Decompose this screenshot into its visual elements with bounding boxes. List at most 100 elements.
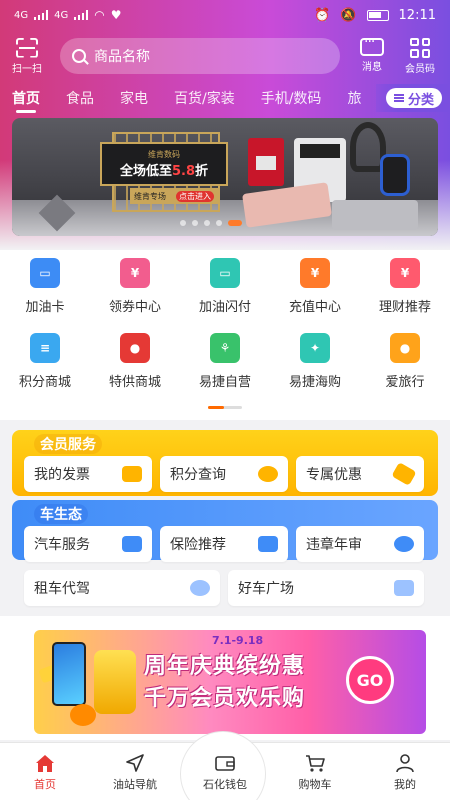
quick-icon-item[interactable]: ● 爱旅行 — [360, 333, 450, 390]
quick-icon-item[interactable]: ▭ 加油卡 — [0, 258, 90, 315]
navigation-arrow-icon — [126, 754, 144, 772]
alarm-icon: ⏰ — [314, 7, 331, 23]
quick-icon-item[interactable]: ¥ 理财推荐 — [360, 258, 450, 315]
quick-icon-item[interactable]: ⚘ 易捷自营 — [180, 333, 270, 390]
coupon-icon: ¥ — [120, 258, 150, 288]
violation-check-label: 违章年审 — [306, 537, 362, 553]
signal-icon-2 — [74, 10, 89, 20]
heart-icon: ♥ — [110, 8, 122, 22]
messages-button[interactable]: 消息 — [348, 34, 396, 75]
nav-wallet[interactable]: 石化钱包 — [180, 743, 270, 800]
scan-button[interactable]: 扫一扫 — [0, 38, 54, 75]
gas-card-icon: ▭ — [30, 258, 60, 288]
orange-image — [70, 704, 96, 726]
go-button[interactable]: GO — [346, 656, 394, 704]
quick-icon-label: 充值中心 — [288, 300, 341, 315]
points-query-label: 积分查询 — [170, 467, 226, 483]
quick-icon-item[interactable]: ▭ 加油闪付 — [180, 258, 270, 315]
quick-icon-item[interactable]: ¥ 充值中心 — [270, 258, 360, 315]
member-code-label: 会员码 — [405, 63, 435, 75]
points-mall-icon: ≡ — [30, 333, 60, 363]
quick-icon-label: 加油闪付 — [198, 300, 251, 315]
nav-station-navigation[interactable]: 油站导航 — [90, 743, 180, 800]
car-service-label: 汽车服务 — [34, 537, 90, 553]
wifi-icon: ◠ — [94, 8, 105, 22]
category-button[interactable]: 分类 — [385, 88, 442, 108]
banner-discount: 5.8 — [171, 164, 196, 179]
pager-dot-active — [228, 220, 242, 226]
quick-icon-label: 积分商城 — [18, 375, 71, 390]
search-row: 扫一扫 商品名称 消息 会员码 — [0, 34, 450, 78]
banner-tag: 维肯专场 点击进入 — [130, 188, 218, 204]
quick-icon-label: 理财推荐 — [378, 300, 431, 315]
nav-station-navigation-label: 油站导航 — [113, 778, 157, 791]
quick-pay-icon: ▭ — [210, 258, 240, 288]
promo-banner[interactable]: 维肯数码 全场低至5.8折 维肯专场 点击进入 — [12, 118, 438, 236]
qr-code-icon — [410, 37, 430, 58]
quick-icon-item[interactable]: ¥ 领券中心 — [90, 258, 180, 315]
special-mall-icon: ● — [120, 333, 150, 363]
car-service-button[interactable]: 汽车服务 — [24, 526, 152, 562]
member-code-button[interactable]: 会员码 — [396, 37, 444, 75]
mute-icon: 🔕 — [340, 7, 357, 23]
quick-icon-label: 爱旅行 — [385, 375, 425, 390]
quick-icon-grid: ▭ 加油卡 ¥ 领券中心 ▭ 加油闪付 ¥ 充值中心 ¥ 理财推荐 ≡ 积分商城 ● 特供商城 ⚘ 易捷自营 ✦… — [0, 258, 450, 390]
violation-icon — [394, 536, 414, 552]
banner-headline: 全场低至 — [119, 164, 172, 179]
bottom-nav: 首页 油站导航 石化钱包 购物车 我的 — [0, 731, 450, 800]
recharge-icon: ¥ — [300, 258, 330, 288]
tab-travel[interactable]: 旅 — [347, 88, 361, 108]
search-input[interactable]: 商品名称 — [60, 38, 340, 74]
nav-home-label: 首页 — [34, 778, 56, 791]
nav-profile-label: 我的 — [394, 778, 416, 791]
invoice-icon — [122, 466, 142, 482]
banner-tag-right: 点击进入 — [176, 190, 214, 202]
car-plaza-button[interactable]: 好车广场 — [228, 570, 424, 606]
quick-icon-item[interactable]: ● 特供商城 — [90, 333, 180, 390]
points-query-button[interactable]: 积分查询 — [160, 456, 288, 492]
exclusive-offer-button[interactable]: 专属优惠 — [296, 456, 424, 492]
car-rental-button[interactable]: 租车代驾 — [24, 570, 220, 606]
network-label-1: 4G — [14, 9, 29, 21]
pager-dot — [192, 220, 198, 226]
signal-icon — [34, 10, 49, 20]
coins-icon — [258, 466, 278, 482]
nav-cart[interactable]: 购物车 — [270, 743, 360, 800]
quick-icon-item[interactable]: ✦ 易捷海购 — [270, 333, 360, 390]
tab-home[interactable]: 首页 — [12, 88, 40, 113]
insurance-label: 保险推荐 — [170, 537, 226, 553]
cart-icon — [306, 755, 325, 772]
finance-icon: ¥ — [390, 258, 420, 288]
steering-wheel-icon — [190, 580, 210, 596]
category-button-label: 分类 — [407, 92, 434, 108]
exclusive-offer-label: 专属优惠 — [306, 467, 362, 483]
charger-image — [248, 138, 284, 186]
scan-icon — [16, 38, 38, 58]
insurance-button[interactable]: 保险推荐 — [160, 526, 288, 562]
member-service-title: 会员服务 — [34, 434, 102, 454]
search-placeholder: 商品名称 — [94, 49, 150, 65]
tab-household[interactable]: 百货/家装 — [174, 88, 235, 108]
pager-dot — [204, 220, 210, 226]
my-invoice-button[interactable]: 我的发票 — [24, 456, 152, 492]
promo-background: 7.1-9.18 周年庆典缤纷惠 千万会员欢乐购 GO — [34, 630, 426, 734]
travel-icon: ● — [390, 333, 420, 363]
quick-icon-panel: ▭ 加油卡 ¥ 领券中心 ▭ 加油闪付 ¥ 充值中心 ¥ 理财推荐 ≡ 积分商城 ● 特供商城 ⚘ 易捷自营 ✦… — [0, 250, 450, 420]
quick-icon-label: 易捷海购 — [288, 375, 341, 390]
nav-profile[interactable]: 我的 — [360, 743, 450, 800]
shield-icon — [258, 536, 278, 552]
quick-icon-label: 易捷自营 — [198, 375, 251, 390]
violation-check-button[interactable]: 违章年审 — [296, 526, 424, 562]
scan-label: 扫一扫 — [12, 63, 42, 75]
phone-image — [52, 642, 86, 706]
nav-home[interactable]: 首页 — [0, 743, 90, 800]
tab-digital[interactable]: 手机/数码 — [261, 88, 322, 108]
tab-food[interactable]: 食品 — [66, 88, 94, 108]
quick-icon-label: 加油卡 — [25, 300, 65, 315]
battery-icon — [366, 9, 389, 21]
anniversary-promo[interactable]: 7.1-9.18 周年庆典缤纷惠 千万会员欢乐购 GO — [0, 616, 450, 740]
quick-icon-item[interactable]: ≡ 积分商城 — [0, 333, 90, 390]
network-label-2: 4G — [54, 9, 69, 21]
tab-appliances[interactable]: 家电 — [120, 88, 148, 108]
search-icon — [72, 49, 86, 63]
